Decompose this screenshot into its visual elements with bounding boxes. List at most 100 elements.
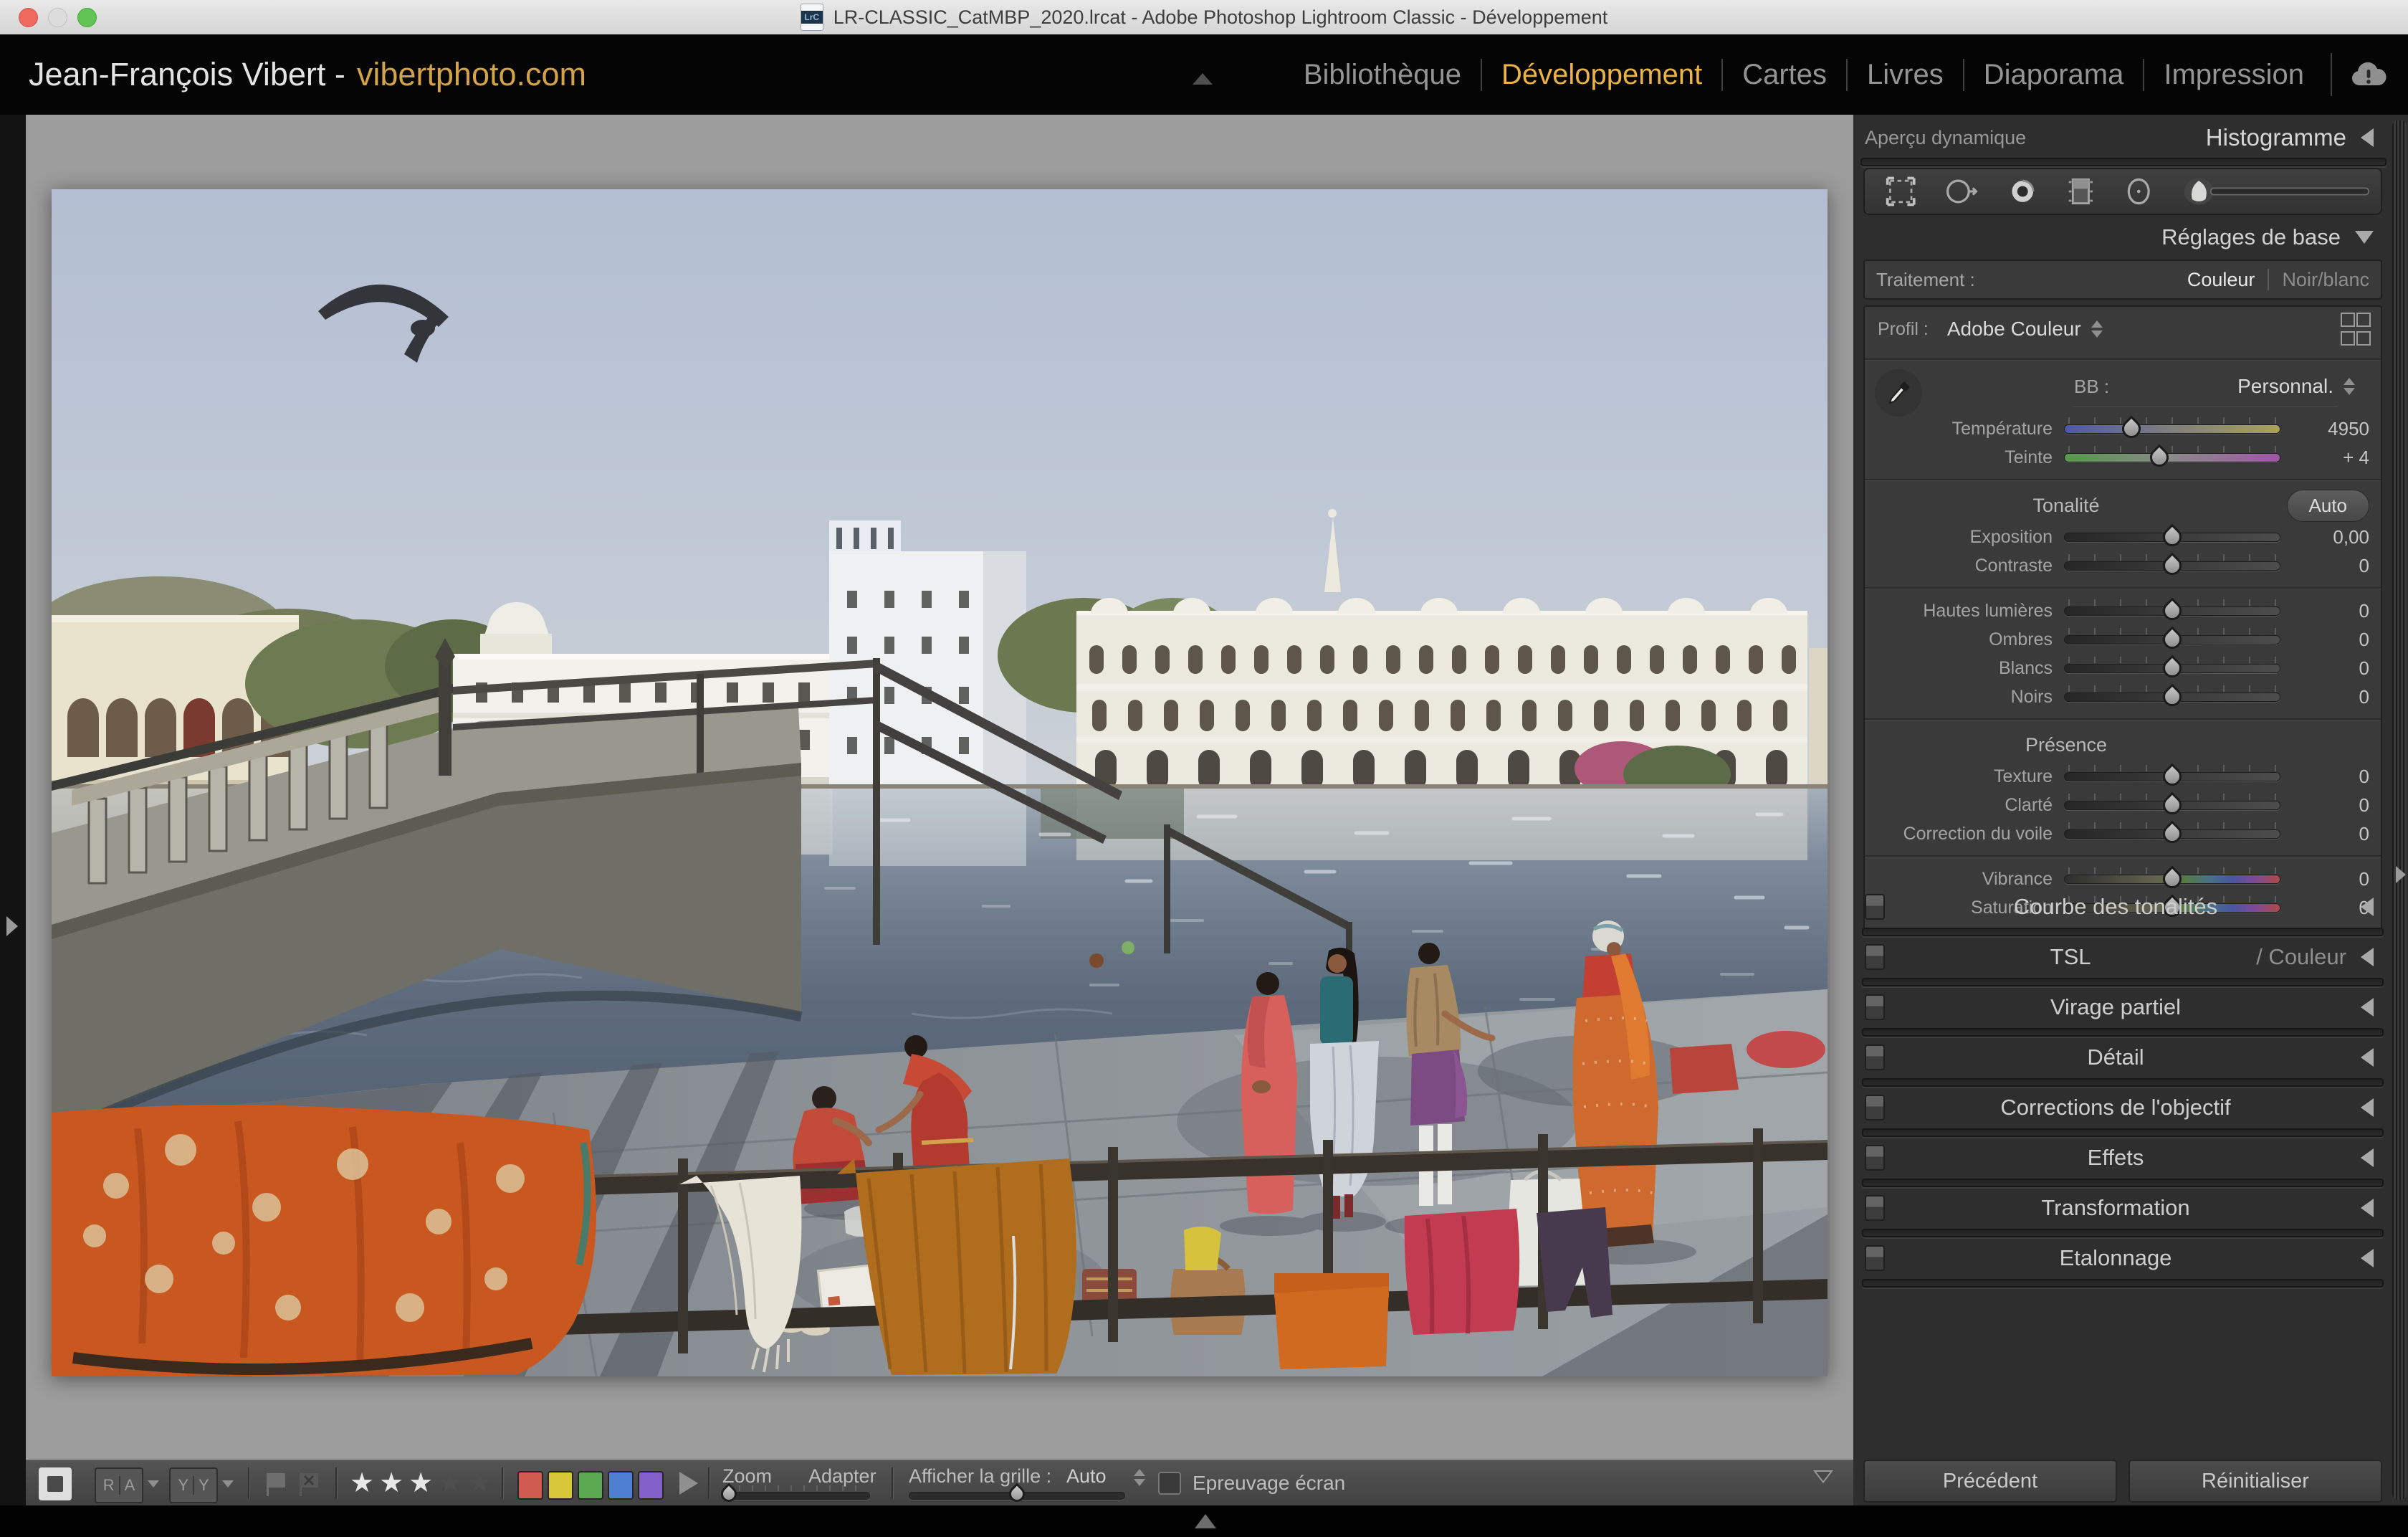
panel-lens-corrections[interactable]: Corrections de l'objectif xyxy=(1853,1088,2392,1127)
dehaze-value[interactable]: 0 xyxy=(2290,823,2369,845)
exposure-slider[interactable] xyxy=(2064,533,2280,542)
grid-mode-value[interactable]: Auto xyxy=(1066,1465,1107,1488)
split-view-button[interactable]: YY xyxy=(169,1467,218,1503)
panel-calibration[interactable]: Etalonnage xyxy=(1853,1239,2392,1277)
highlights-value[interactable]: 0 xyxy=(2290,600,2369,622)
panel-expand-arrow[interactable] xyxy=(2361,998,2374,1017)
vibrance-value[interactable]: 0 xyxy=(2290,868,2369,890)
panel-expand-arrow[interactable] xyxy=(2361,1199,2374,1217)
panel-expand-arrow[interactable] xyxy=(2361,1098,2374,1117)
panel-toggle-switch[interactable] xyxy=(1865,1045,1885,1070)
wb-value[interactable]: Personnal. xyxy=(2237,375,2333,398)
dehaze-slider[interactable] xyxy=(2064,829,2280,839)
contrast-value[interactable]: 0 xyxy=(2290,555,2369,577)
panel-expand-arrow[interactable] xyxy=(2361,898,2374,916)
crop-tool-icon[interactable] xyxy=(1885,174,1916,209)
color-label-yellow[interactable] xyxy=(548,1471,573,1500)
treatment-color-option[interactable]: Couleur xyxy=(2187,269,2255,291)
zoom-slider[interactable] xyxy=(722,1492,870,1500)
module-bibliotheque[interactable]: Bibliothèque xyxy=(1284,59,1481,91)
profile-value[interactable]: Adobe Couleur xyxy=(1947,318,2081,341)
panel-expand-arrow[interactable] xyxy=(2361,1249,2374,1267)
graduated-filter-tool-icon[interactable] xyxy=(2066,174,2096,209)
left-panel-collapsed-strip[interactable] xyxy=(0,115,26,1505)
before-after-view-button[interactable]: RA xyxy=(95,1467,143,1503)
panel-toggle-switch[interactable] xyxy=(1865,944,1885,970)
texture-value[interactable]: 0 xyxy=(2290,766,2369,788)
panel-toggle-switch[interactable] xyxy=(1865,1195,1885,1221)
exposure-value[interactable]: 0,00 xyxy=(2290,526,2369,548)
filmstrip-expand-arrow[interactable] xyxy=(1195,1514,1216,1528)
clarity-slider[interactable] xyxy=(2064,801,2280,810)
panel-expand-arrow[interactable] xyxy=(2361,948,2374,966)
basic-expand-arrow[interactable] xyxy=(2355,231,2374,244)
radial-filter-tool-icon[interactable] xyxy=(2123,174,2154,209)
texture-slider[interactable] xyxy=(2064,772,2280,781)
module-developpement[interactable]: Développement xyxy=(1481,59,1721,91)
impromptu-slideshow-button[interactable] xyxy=(679,1472,698,1495)
wb-stepper[interactable] xyxy=(2344,378,2355,395)
filmstrip-collapsed-strip[interactable] xyxy=(0,1505,2408,1537)
panel-toggle-switch[interactable] xyxy=(1865,894,1885,920)
panel-transform[interactable]: Transformation xyxy=(1853,1189,2392,1227)
exposure-slider-thumb[interactable] xyxy=(2159,523,2186,550)
module-livres[interactable]: Livres xyxy=(1846,59,1963,91)
blacks-value[interactable]: 0 xyxy=(2290,686,2369,708)
temperature-slider[interactable] xyxy=(2064,424,2280,434)
profile-stepper[interactable] xyxy=(2091,320,2103,338)
panel-detail[interactable]: Détail xyxy=(1853,1038,2392,1077)
right-panel-collapse-arrow[interactable] xyxy=(2396,866,2406,883)
module-cartes[interactable]: Cartes xyxy=(1721,59,1846,91)
histogram-collapse-arrow[interactable] xyxy=(2361,128,2374,147)
module-diaporama[interactable]: Diaporama xyxy=(1963,59,2144,91)
pick-flag-icon[interactable] xyxy=(264,1470,292,1498)
split-view-dropdown-caret[interactable] xyxy=(222,1480,234,1488)
reset-button[interactable]: Réinitialiser xyxy=(2128,1460,2382,1503)
color-label-blue[interactable] xyxy=(608,1471,634,1500)
softproof-checkbox[interactable] xyxy=(1158,1472,1181,1495)
temperature-value[interactable]: 4950 xyxy=(2290,418,2369,440)
previous-button[interactable]: Précédent xyxy=(1863,1460,2117,1503)
blacks-slider[interactable] xyxy=(2064,693,2280,702)
shadows-slider[interactable] xyxy=(2064,635,2280,644)
vibrance-slider[interactable] xyxy=(2064,875,2280,884)
color-label-red[interactable] xyxy=(517,1471,543,1500)
loupe-view-button[interactable] xyxy=(39,1467,72,1500)
toolbar-options-caret[interactable] xyxy=(1813,1470,1833,1483)
wb-eyedropper-button[interactable] xyxy=(1875,369,1922,417)
grid-opacity-slider[interactable] xyxy=(909,1492,1125,1500)
grid-mode-stepper[interactable] xyxy=(1134,1469,1145,1486)
softproof-label[interactable]: Epreuvage écran xyxy=(1193,1472,1345,1495)
basic-panel-header[interactable]: Réglages de base xyxy=(1853,219,2392,255)
tone-auto-button[interactable]: Auto xyxy=(2287,490,2370,522)
treatment-bw-option[interactable]: Noir/blanc xyxy=(2282,269,2369,291)
right-panel-grip[interactable] xyxy=(2392,120,2407,1500)
highlights-slider[interactable] xyxy=(2064,606,2280,616)
panel-tone-curve[interactable]: Courbe des tonalités xyxy=(1853,888,2392,926)
module-impression[interactable]: Impression xyxy=(2143,59,2323,91)
whites-slider[interactable] xyxy=(2064,664,2280,673)
whites-value[interactable]: 0 xyxy=(2290,657,2369,680)
before-after-dropdown-caret[interactable] xyxy=(148,1480,159,1488)
photo-canvas[interactable] xyxy=(52,189,1828,1376)
panel-toggle-switch[interactable] xyxy=(1865,994,1885,1020)
red-eye-tool-icon[interactable] xyxy=(2007,174,2038,209)
panel-split-toning[interactable]: Virage partiel xyxy=(1853,988,2392,1027)
tint-value[interactable]: + 4 xyxy=(2290,447,2369,469)
shadows-value[interactable]: 0 xyxy=(2290,629,2369,651)
left-panel-expand-arrow[interactable] xyxy=(6,916,18,936)
panel-effects[interactable]: Effets xyxy=(1853,1138,2392,1177)
sync-status-button[interactable] xyxy=(2331,53,2386,96)
panel-toggle-switch[interactable] xyxy=(1865,1095,1885,1120)
contrast-slider[interactable] xyxy=(2064,561,2280,571)
fit-label[interactable]: Adapter xyxy=(808,1465,876,1488)
spot-removal-tool-icon[interactable] xyxy=(1944,174,1979,209)
top-panel-collapse-arrow[interactable] xyxy=(1193,73,1213,85)
color-label-purple[interactable] xyxy=(638,1471,664,1500)
identity-plate[interactable]: Jean-François Vibert - vibertphoto.com xyxy=(29,34,586,115)
histogram-panel-header[interactable]: Histogramme xyxy=(2206,124,2346,151)
adjustment-brush-tool-icon[interactable] xyxy=(2182,174,2381,209)
profile-browser-icon[interactable] xyxy=(2341,313,2368,346)
tint-slider[interactable] xyxy=(2064,453,2280,462)
clarity-value[interactable]: 0 xyxy=(2290,794,2369,817)
